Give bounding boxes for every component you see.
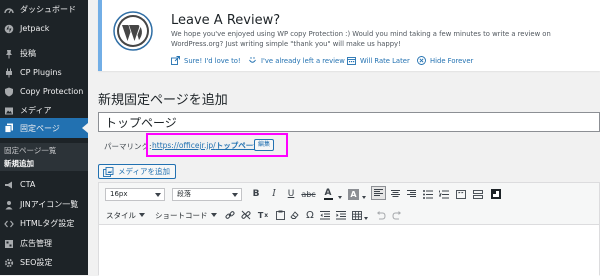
dismiss-icon (417, 56, 426, 65)
dashboard-icon (4, 5, 14, 15)
review-link-sure[interactable]: Sure! I'd love to! (171, 56, 241, 65)
format-select[interactable]: 段落 (172, 188, 242, 201)
review-link-later[interactable]: Will Rate Later (347, 56, 410, 65)
permalink-label: パーマリンク: (104, 142, 152, 151)
calendar-icon (347, 56, 356, 65)
submenu-item-add-new[interactable]: 新規追加 (4, 158, 34, 169)
toolbar-toggle-icon[interactable] (489, 187, 502, 201)
editor-toolbar: 16px 段落 B I U abc A A スタイル ショートコード Tx Ω (99, 183, 599, 225)
special-character-icon[interactable]: Ω (304, 208, 316, 222)
table-dropdown-icon[interactable] (363, 211, 369, 225)
add-media-button[interactable]: メディアを追加 (98, 164, 176, 179)
notice-title: Leave A Review? (171, 13, 281, 28)
megaphone-icon (4, 180, 14, 190)
sidebar-item-label: 広告管理 (20, 239, 52, 248)
read-more-icon[interactable] (471, 187, 484, 201)
background-color-icon[interactable]: A (347, 187, 360, 201)
submenu-item-all-pages[interactable]: 固定ページ一覧 (4, 145, 56, 156)
sidebar-item-label: CP Plugins (20, 68, 62, 77)
review-notice: Leave A Review? We hope you've enjoyed u… (98, 0, 600, 71)
sidebar-item-label: Copy Protection (20, 87, 84, 96)
undo-icon[interactable] (375, 208, 387, 222)
sidebar-item-pages[interactable]: 固定ページ (0, 118, 88, 138)
unlink-icon[interactable] (240, 208, 252, 222)
background-color-dropdown-icon[interactable] (361, 190, 367, 204)
external-link-icon (171, 56, 180, 65)
align-center-icon[interactable] (389, 187, 402, 201)
align-right-icon[interactable] (405, 187, 418, 201)
clear-formatting-icon[interactable] (289, 208, 301, 222)
sidebar-item-jin-icons[interactable]: JINアイコン一覧 (0, 195, 88, 214)
sidebar-item-cp-plugins[interactable]: CP Plugins (0, 63, 88, 82)
pages-icon (4, 123, 14, 133)
sidebar-item-dashboard[interactable]: ダッシュボード (0, 0, 88, 19)
sidebar-item-label: 投稿 (20, 49, 36, 58)
html-icon (4, 219, 14, 229)
underline-icon[interactable]: U (285, 187, 297, 201)
review-link-hide[interactable]: Hide Forever (417, 56, 473, 65)
sidebar-item-jetpack[interactable]: Jetpack (0, 19, 88, 38)
sidebar-item-label: HTMLタグ設定 (20, 219, 75, 228)
sidebar-item-label: 固定ページ (20, 123, 60, 133)
table-icon[interactable] (351, 208, 363, 222)
gear-icon (4, 258, 14, 268)
permalink-link[interactable]: https://officejr.jp/トップページ (152, 140, 261, 151)
sidebar-item-label: CTA (20, 180, 36, 189)
editor-content-area[interactable] (99, 226, 599, 276)
italic-icon[interactable]: I (268, 187, 280, 201)
bulleted-list-icon[interactable] (421, 187, 434, 201)
review-link-already[interactable]: I've already left a review (248, 56, 345, 65)
text-color-icon[interactable]: A (321, 187, 335, 201)
sidebar-item-html-tags[interactable]: HTMLタグ設定 (0, 214, 88, 233)
content-editor: 16px 段落 B I U abc A A スタイル ショートコード Tx Ω (98, 182, 600, 276)
sidebar-item-label: SEO設定 (20, 258, 53, 267)
admin-sidebar: ダッシュボード Jetpack 投稿 CP Plugins Copy Prote… (0, 0, 88, 275)
blockquote-icon[interactable] (454, 187, 467, 201)
bold-icon[interactable]: B (250, 187, 262, 201)
person-icon (4, 200, 14, 210)
strikethrough-icon[interactable]: abc (301, 187, 315, 201)
add-media-icon (103, 166, 114, 177)
title-input[interactable] (98, 112, 600, 132)
media-icon (4, 106, 14, 116)
sidebar-item-cta[interactable]: CTA (0, 175, 88, 194)
page-title: 新規固定ページを追加 (98, 93, 228, 108)
pages-submenu: 固定ページ一覧 新規追加 (0, 143, 88, 171)
paste-text-icon[interactable] (274, 208, 286, 222)
align-left-icon[interactable] (371, 186, 386, 200)
shield-icon (4, 87, 14, 97)
text-color-dropdown-icon[interactable] (337, 190, 343, 204)
sidebar-item-seo[interactable]: SEO設定 (0, 253, 88, 272)
sidebar-item-posts[interactable]: 投稿 (0, 44, 88, 63)
sidebar-item-label: メディア (20, 106, 52, 115)
jetpack-icon (4, 24, 14, 34)
smile-icon (248, 56, 257, 65)
ads-icon (4, 239, 14, 249)
sidebar-item-label: ダッシュボード (20, 5, 76, 14)
shortcode-dropdown[interactable]: ショートコード (155, 208, 217, 222)
numbered-list-icon[interactable] (437, 187, 450, 201)
sidebar-item-label: Jetpack (20, 24, 50, 33)
sidebar-item-ads[interactable]: 広告管理 (0, 234, 88, 253)
indent-icon[interactable] (335, 208, 347, 222)
notice-text: We hope you've enjoyed using WP copy Pro… (171, 30, 551, 48)
edit-permalink-button[interactable]: 編集 (254, 139, 275, 151)
text-fields-icon[interactable]: Tx (256, 208, 270, 222)
wordpress-logo-icon (113, 11, 153, 51)
style-dropdown[interactable]: スタイル (106, 208, 145, 222)
plugin-icon (4, 68, 14, 78)
font-size-select[interactable]: 16px (105, 188, 165, 201)
sidebar-item-label: JINアイコン一覧 (20, 200, 79, 209)
redo-icon[interactable] (391, 208, 403, 222)
outdent-icon[interactable] (319, 208, 331, 222)
link-icon[interactable] (224, 208, 236, 222)
sidebar-item-copy-protection[interactable]: Copy Protection (0, 82, 88, 101)
pin-icon (4, 49, 14, 59)
